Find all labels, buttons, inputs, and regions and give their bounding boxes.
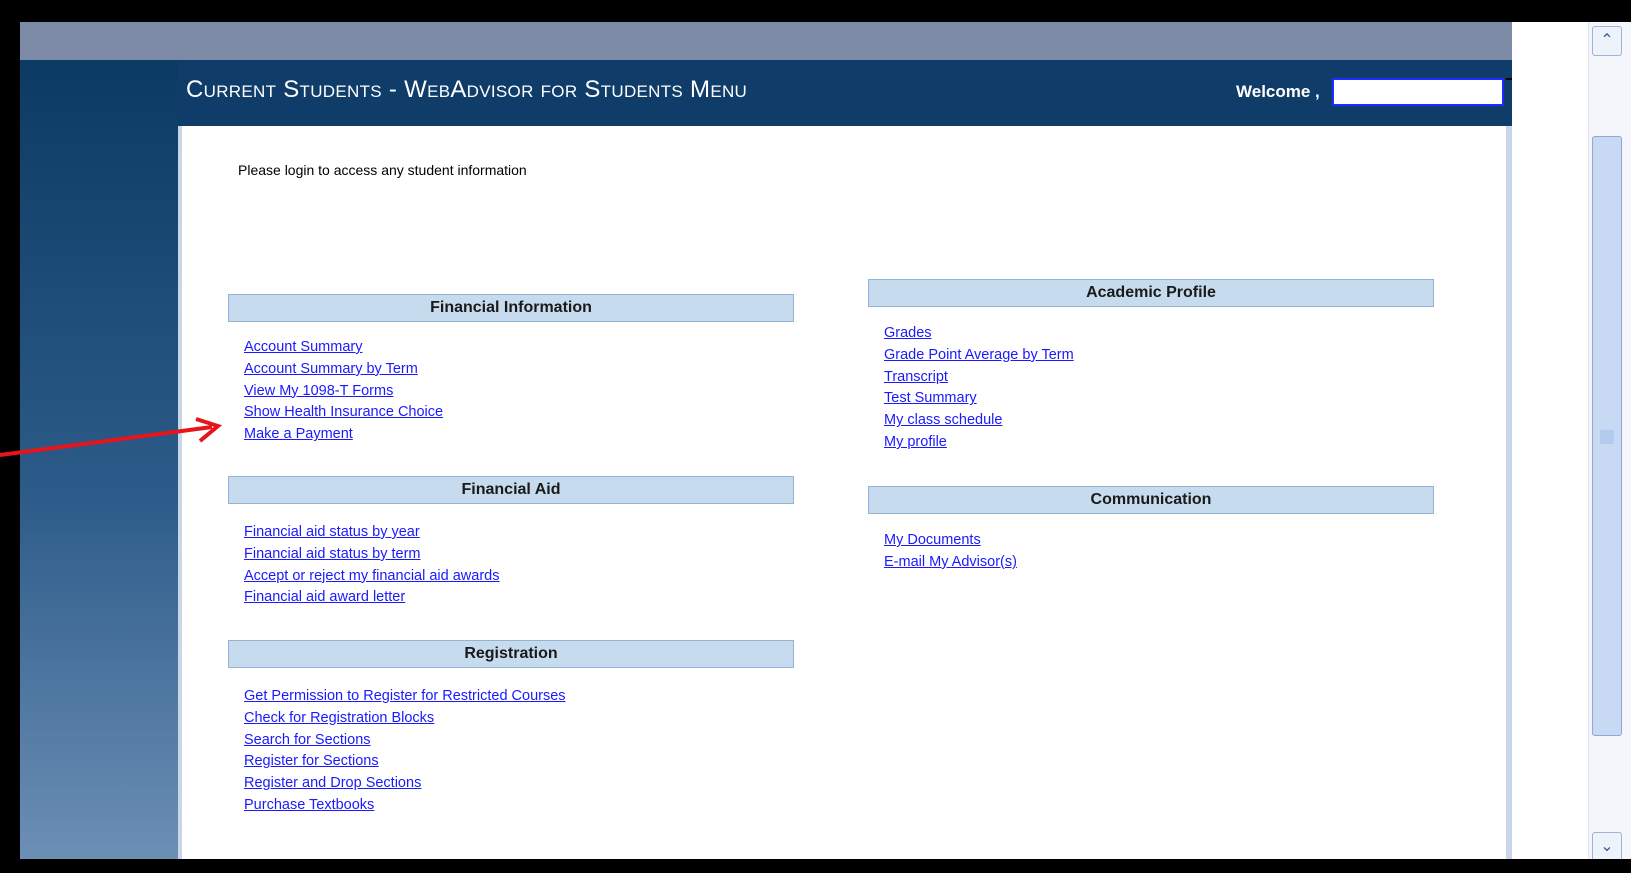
link-financial-aid-award-letter[interactable]: Financial aid award letter (244, 587, 499, 609)
link-gpa-by-term[interactable]: Grade Point Average by Term (884, 345, 1074, 367)
link-transcript[interactable]: Transcript (884, 367, 1074, 389)
link-get-permission-restricted-courses[interactable]: Get Permission to Register for Restricte… (244, 686, 566, 708)
link-financial-aid-status-by-term[interactable]: Financial aid status by term (244, 544, 499, 566)
welcome-username-box (1332, 78, 1504, 106)
link-financial-aid-status-by-year[interactable]: Financial aid status by year (244, 522, 499, 544)
chevron-up-icon: ⌃ (1600, 32, 1614, 49)
scroll-up-button[interactable]: ⌃ (1592, 26, 1622, 56)
section-header-financial-information: Financial Information (228, 294, 794, 322)
communication-links: My Documents E-mail My Advisor(s) (884, 530, 1017, 574)
link-show-health-insurance-choice[interactable]: Show Health Insurance Choice (244, 402, 443, 424)
link-purchase-textbooks[interactable]: Purchase Textbooks (244, 795, 566, 817)
link-my-class-schedule[interactable]: My class schedule (884, 410, 1074, 432)
link-my-profile[interactable]: My profile (884, 432, 1074, 454)
link-account-summary[interactable]: Account Summary (244, 337, 443, 359)
chevron-down-icon: ⌄ (1600, 838, 1614, 855)
section-header-communication: Communication (868, 486, 1434, 514)
scroll-down-button[interactable]: ⌄ (1592, 832, 1622, 862)
login-message: Please login to access any student infor… (238, 162, 527, 178)
financial-aid-links: Financial aid status by year Financial a… (244, 522, 499, 609)
page-title: Current Students - WebAdvisor for Studen… (186, 76, 748, 103)
link-register-and-drop-sections[interactable]: Register and Drop Sections (244, 773, 566, 795)
frame-bottom-border (0, 859, 1631, 873)
financial-information-links: Account Summary Account Summary by Term … (244, 337, 443, 446)
link-email-my-advisor[interactable]: E-mail My Advisor(s) (884, 552, 1017, 574)
browser-top-bar (20, 22, 1512, 60)
scroll-grip-icon (1600, 430, 1614, 444)
link-test-summary[interactable]: Test Summary (884, 388, 1074, 410)
annotation-arrow-icon (0, 417, 223, 457)
welcome-label: Welcome , (1236, 82, 1320, 101)
registration-links: Get Permission to Register for Restricte… (244, 686, 566, 817)
link-register-for-sections[interactable]: Register for Sections (244, 751, 566, 773)
section-header-academic-profile: Academic Profile (868, 279, 1434, 307)
section-header-financial-aid: Financial Aid (228, 476, 794, 504)
link-check-registration-blocks[interactable]: Check for Registration Blocks (244, 708, 566, 730)
academic-profile-links: Grades Grade Point Average by Term Trans… (884, 323, 1074, 454)
link-accept-reject-financial-aid[interactable]: Accept or reject my financial aid awards (244, 566, 499, 588)
link-grades[interactable]: Grades (884, 323, 1074, 345)
link-my-documents[interactable]: My Documents (884, 530, 1017, 552)
link-search-for-sections[interactable]: Search for Sections (244, 730, 566, 752)
link-view-1098t-forms[interactable]: View My 1098-T Forms (244, 381, 443, 403)
section-header-registration: Registration (228, 640, 794, 668)
link-make-a-payment[interactable]: Make a Payment (244, 424, 443, 446)
link-account-summary-by-term[interactable]: Account Summary by Term (244, 359, 443, 381)
